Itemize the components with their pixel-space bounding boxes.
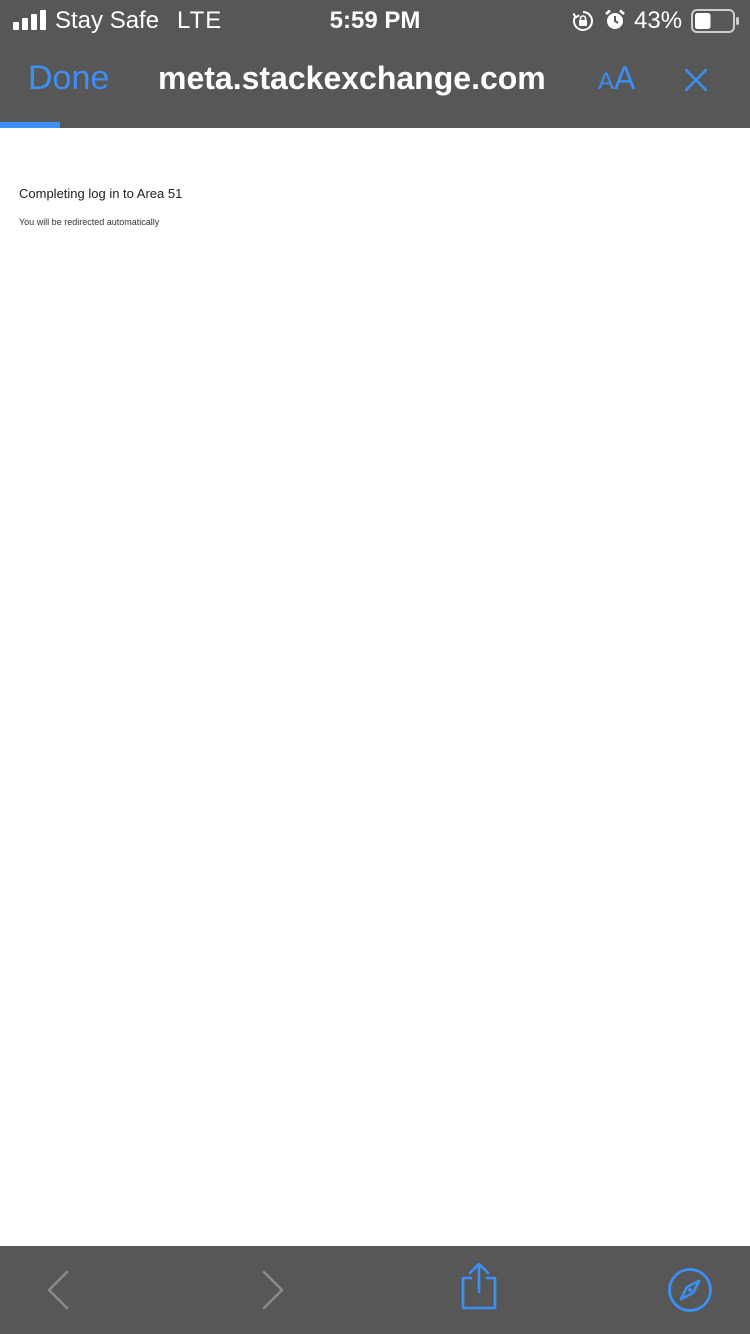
page-heading: Completing log in to Area 51 (19, 186, 183, 201)
forward-chevron-icon (262, 1270, 284, 1310)
forward-button[interactable] (248, 1266, 296, 1314)
safari-compass-icon (668, 1268, 712, 1312)
rotation-lock-icon (572, 11, 593, 31)
battery-percent: 43% (634, 7, 683, 34)
redirect-notice: You will be redirected automatically (19, 217, 160, 227)
browser-nav-bar: Done meta.stackexchange.com AA (0, 40, 750, 128)
done-button[interactable]: Done (28, 58, 109, 98)
text-size-small-glyph: A (598, 68, 615, 95)
close-icon[interactable] (682, 66, 710, 94)
share-icon (461, 1262, 497, 1310)
alarm-icon (605, 9, 625, 29)
text-size-button[interactable]: AA (598, 60, 635, 100)
web-page-content: Completing log in to Area 51 You will be… (0, 128, 750, 1246)
open-in-safari-button[interactable] (666, 1266, 714, 1314)
share-button[interactable] (455, 1262, 503, 1310)
top-chrome: Stay Safe LTE 5:59 PM 43% Done meta.stac… (0, 0, 750, 128)
back-chevron-icon (47, 1270, 69, 1310)
text-size-large-glyph: A (614, 60, 636, 96)
status-bar: Stay Safe LTE 5:59 PM 43% (0, 0, 750, 40)
back-button[interactable] (35, 1266, 83, 1314)
page-url-title: meta.stackexchange.com (158, 60, 546, 96)
battery-icon (691, 9, 739, 33)
browser-toolbar (0, 1246, 750, 1334)
